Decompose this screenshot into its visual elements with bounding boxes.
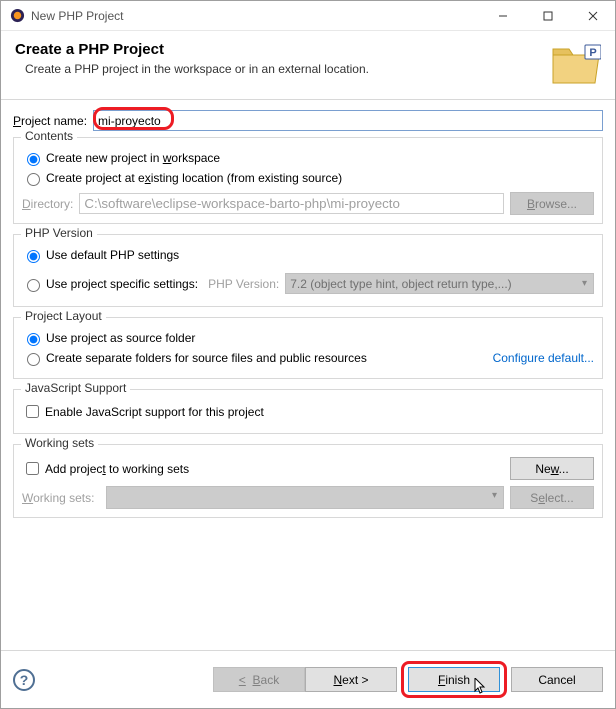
next-button[interactable]: Next > [305,667,397,692]
enable-js-checkbox[interactable] [26,405,39,418]
create-existing-label: Create project at existing location (fro… [46,171,342,185]
close-button[interactable] [570,1,615,30]
help-icon[interactable]: ? [13,669,35,691]
use-default-php-radio[interactable] [27,250,40,263]
contents-group: Contents Create new project in workspace… [13,137,603,224]
create-in-workspace-label: Create new project in workspace [46,151,220,165]
add-to-working-sets-label: Add project to working sets [45,462,189,476]
maximize-button[interactable] [525,1,570,30]
project-as-source-radio[interactable] [27,333,40,346]
window-title: New PHP Project [31,9,480,23]
cancel-button[interactable]: Cancel [511,667,603,692]
add-to-working-sets-checkbox[interactable] [26,462,39,475]
create-in-workspace-radio[interactable] [27,153,40,166]
project-specific-label: Use project specific settings: [46,277,198,291]
working-sets-group-title: Working sets [21,436,98,450]
contents-group-title: Contents [21,129,77,143]
project-name-input[interactable] [93,110,603,131]
app-icon [9,8,25,24]
use-default-php-label: Use default PHP settings [46,248,179,262]
enable-js-label: Enable JavaScript support for this proje… [45,405,264,419]
js-support-group: JavaScript Support Enable JavaScript sup… [13,389,603,434]
page-subtitle: Create a PHP project in the workspace or… [25,62,551,76]
php-version-group-title: PHP Version [21,226,97,240]
working-sets-combo [106,486,504,509]
working-sets-group: Working sets Add project to working sets… [13,444,603,518]
folder-php-icon: P [551,43,601,85]
back-button: < < Back Back [213,667,305,692]
wizard-footer: ? < < Back Back Next > Finish Cancel [1,650,615,708]
page-title: Create a PHP Project [15,41,551,58]
title-bar: New PHP Project [1,1,615,31]
select-working-set-button: Select... [510,486,594,509]
separate-folders-radio[interactable] [27,353,40,366]
create-existing-radio[interactable] [27,173,40,186]
wizard-body: Project name: mi-proyecto Contents Creat… [1,100,615,650]
svg-text:P: P [589,47,596,59]
working-sets-label: Working sets: [22,491,100,505]
directory-label: Directory: [22,197,73,211]
project-as-source-label: Use project as source folder [46,331,195,345]
new-working-set-button[interactable]: New... [510,457,594,480]
directory-input [79,193,504,214]
configure-default-link[interactable]: Configure default... [493,351,594,365]
project-layout-group: Project Layout Use project as source fol… [13,317,603,379]
php-version-combo-label: PHP Version: [208,277,279,291]
minimize-button[interactable] [480,1,525,30]
separate-folders-label: Create separate folders for source files… [46,351,367,365]
highlight-annotation: Finish [401,661,507,698]
php-version-combo: 7.2 (object type hint, object return typ… [285,273,594,294]
project-layout-group-title: Project Layout [21,309,106,323]
project-name-label: Project name: [13,114,87,128]
js-support-group-title: JavaScript Support [21,381,130,395]
wizard-header: Create a PHP Project Create a PHP projec… [1,31,615,100]
browse-button: Browse... [510,192,594,215]
project-name-row: Project name: mi-proyecto [13,110,603,131]
project-specific-radio[interactable] [27,279,40,292]
php-version-group: PHP Version Use default PHP settings Use… [13,234,603,307]
